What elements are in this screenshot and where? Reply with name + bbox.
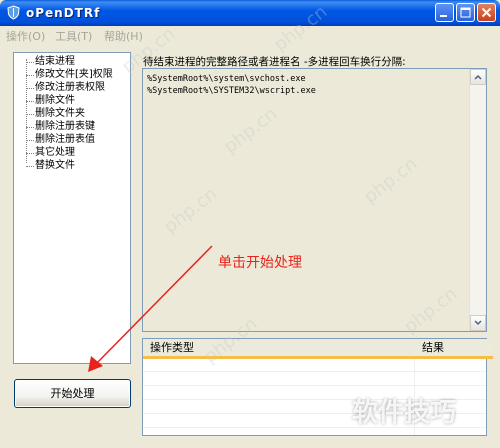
annotation-arrow-icon xyxy=(88,245,213,372)
annotation-text: 单击开始处理 xyxy=(218,255,302,271)
corner-watermark: 软件技巧 xyxy=(352,398,457,428)
app-window: oPenDTRf 操作(O) 工具(T) 帮助(H) 结束进程 修改文件[夹]权… xyxy=(0,0,500,448)
